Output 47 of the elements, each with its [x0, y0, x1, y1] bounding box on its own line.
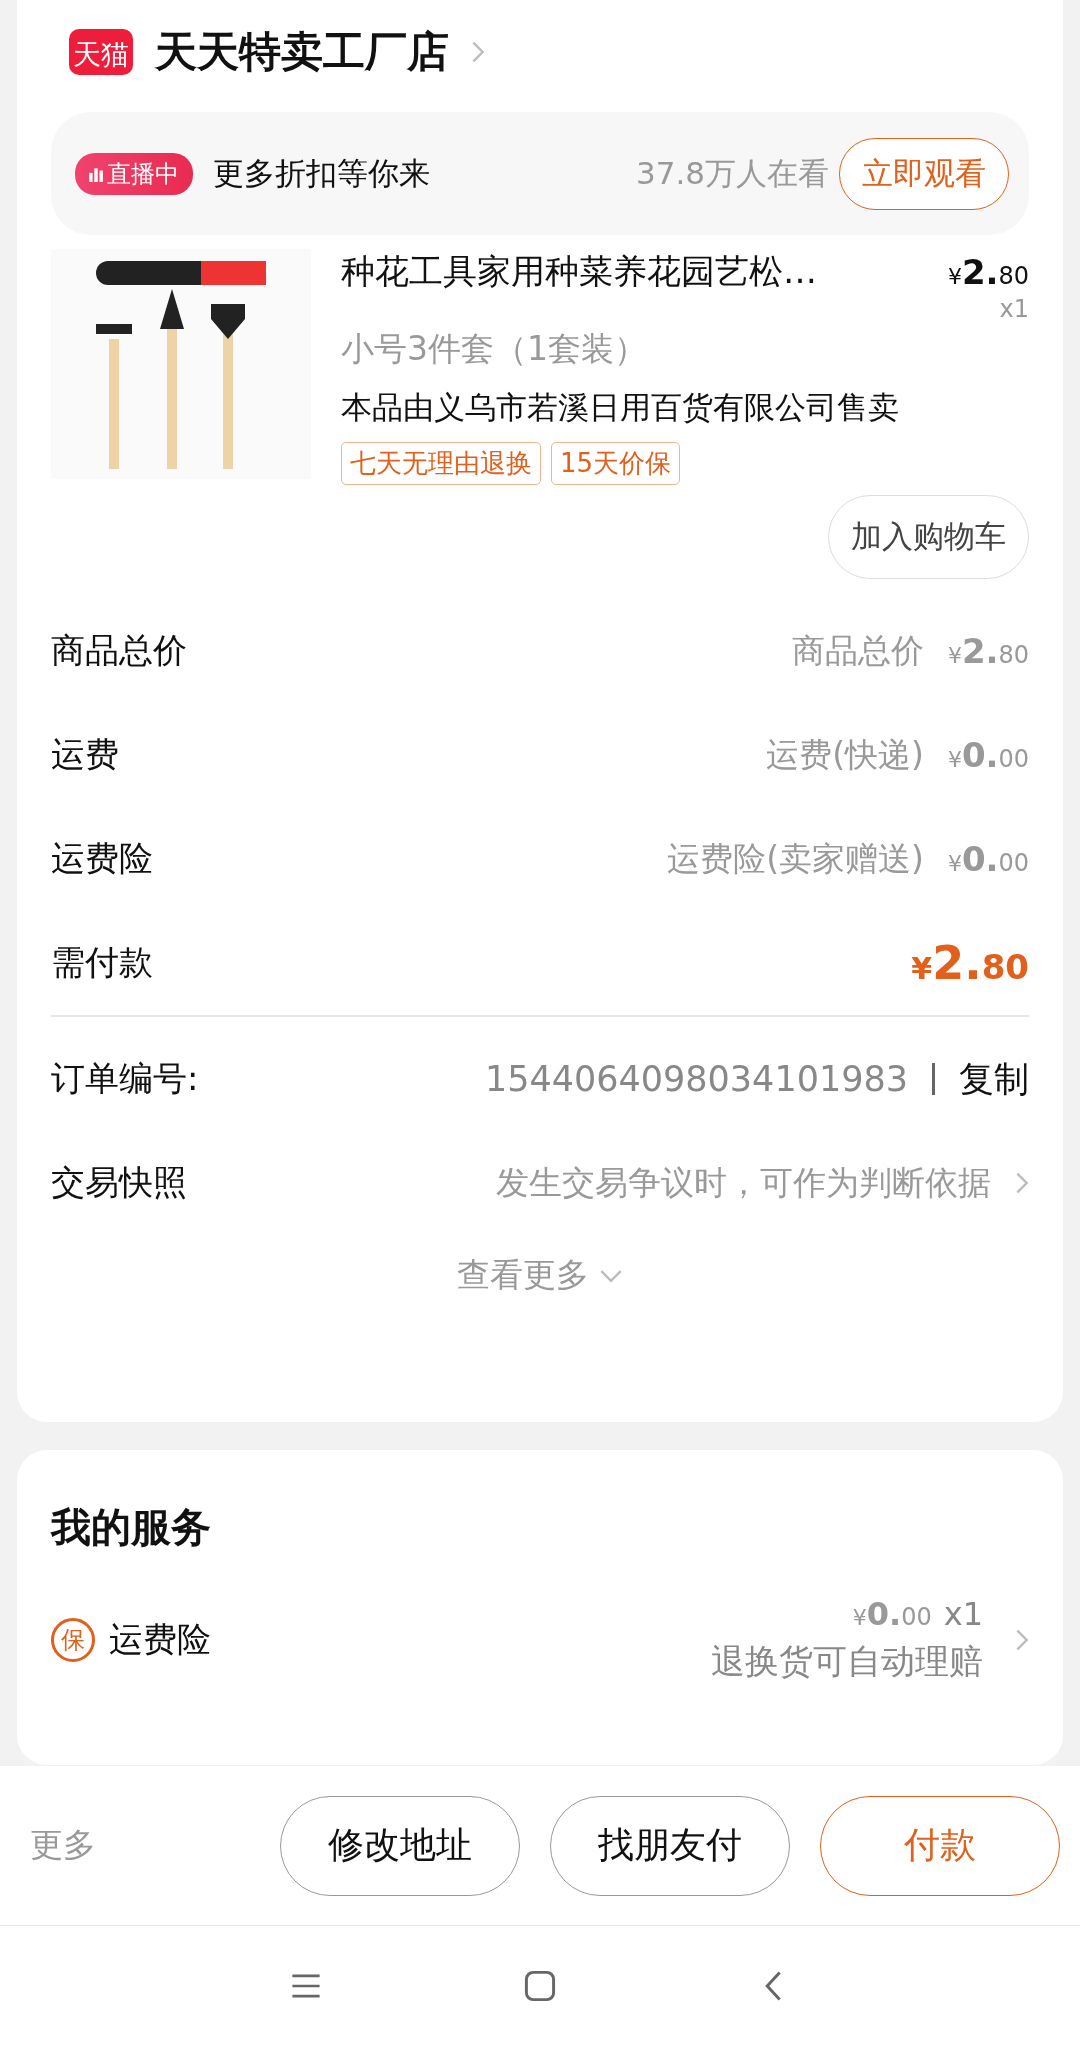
- copy-link[interactable]: 复制: [959, 1055, 1029, 1103]
- fee-note: 运费(快递): [766, 733, 924, 776]
- watch-button[interactable]: 立即观看: [839, 137, 1009, 210]
- shop-name[interactable]: 天天特卖工厂店: [155, 24, 449, 80]
- fee-amount: ¥2.80: [911, 936, 1029, 990]
- service-name: 运费险: [109, 1618, 212, 1661]
- live-slogan: 更多折扣等你来: [213, 153, 431, 193]
- action-button[interactable]: 找朋友付: [550, 1795, 790, 1896]
- viewer-count: 37.8万人在看: [635, 153, 829, 193]
- service-note: 退换货可自动理赔: [711, 1640, 983, 1683]
- snapshot-hint: 发生交易争议时，可作为判断依据: [496, 1161, 991, 1204]
- order-number-label: 订单编号:: [51, 1057, 199, 1100]
- seller-text: 本品由义乌市若溪日用百货有限公司售卖: [341, 388, 900, 427]
- live-banner[interactable]: 直播中 更多折扣等你来 37.8万人在看 立即观看: [51, 112, 1029, 235]
- store-logo: 天猫: [69, 29, 133, 75]
- chevron-right-icon: [1015, 1171, 1029, 1195]
- snapshot-label: 交易快照: [51, 1161, 187, 1204]
- fee-label: 运费险: [51, 837, 153, 880]
- add-to-cart-button[interactable]: 加入购物车: [828, 495, 1029, 579]
- order-number: 1544064098034101983: [484, 1059, 908, 1099]
- snapshot-row[interactable]: 交易快照 发生交易争议时，可作为判断依据: [51, 1131, 1029, 1235]
- action-button[interactable]: 付款: [820, 1795, 1060, 1896]
- service-tag: 15天价保: [551, 442, 681, 485]
- quantity: x1: [943, 1595, 983, 1633]
- fee-label: 需付款: [51, 941, 153, 984]
- section-title: 我的服务: [51, 1503, 212, 1552]
- insurance-badge: 保: [51, 1618, 95, 1662]
- fee-amount: ¥0.00: [947, 735, 1029, 775]
- product-title[interactable]: 种花工具家用种菜养花园艺松…: [341, 249, 817, 295]
- home-icon[interactable]: [523, 1969, 557, 2003]
- chevron-right-icon: [471, 40, 485, 64]
- fee-label: 运费: [51, 733, 119, 776]
- service-tag: 七天无理由退换: [341, 442, 541, 485]
- action-button[interactable]: 修改地址: [280, 1795, 520, 1896]
- chevron-right-icon: [1015, 1628, 1029, 1652]
- service-price: ¥0.00: [852, 1595, 932, 1633]
- bars-icon: [89, 165, 103, 182]
- fee-label: 商品总价: [51, 629, 187, 672]
- product-price: ¥2.80: [947, 252, 1029, 292]
- fee-amount: ¥0.00: [947, 839, 1029, 879]
- fee-note: 运费险(卖家赠送): [667, 837, 924, 880]
- quantity: x1: [999, 295, 1029, 323]
- fee-note: 商品总价: [791, 629, 924, 672]
- fee-amount: ¥2.80: [947, 631, 1029, 671]
- variant-text: 小号3件套（1套装）: [341, 328, 648, 370]
- live-badge: 直播中: [75, 152, 193, 195]
- service-row[interactable]: 保 运费险 ¥0.00 x1 退换货可自动理赔: [51, 1595, 1029, 1685]
